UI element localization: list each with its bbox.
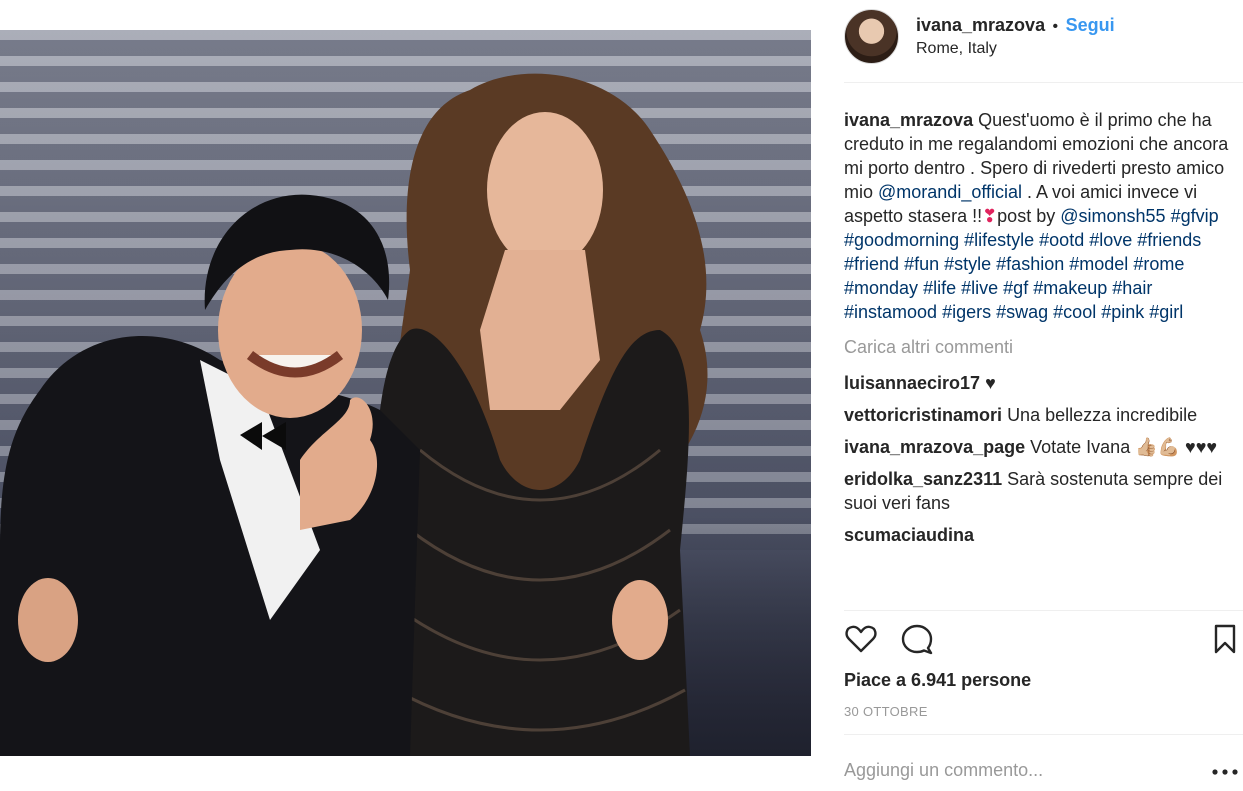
hashtag-link[interactable]: #goodmorning [844,230,959,250]
separator-dot: • [1052,18,1059,35]
comment-text: ♥ [985,373,996,393]
man-face [218,242,362,418]
hashtag-link[interactable]: #fun [904,254,939,274]
hashtag-link[interactable]: #life [923,278,956,298]
comments-list[interactable]: ivana_mrazova Quest'uomo è il primo che … [844,108,1234,611]
comment-text: Una bellezza incredibile [1007,405,1198,425]
comment-item: scumaciaudina [844,523,1234,547]
mention-link[interactable]: @simonsh55 [1060,206,1165,226]
post-date[interactable]: 30 OTTOBRE [844,704,928,719]
hashtag-link[interactable]: #ootd [1039,230,1084,250]
avatar[interactable] [844,9,899,64]
hashtag-link[interactable]: #lifestyle [964,230,1034,250]
likes-count[interactable]: Piace a 6.941 persone [844,670,1031,691]
comment-username[interactable]: ivana_mrazova_page [844,437,1025,457]
hashtag-link[interactable]: #makeup [1033,278,1107,298]
divider [844,82,1243,83]
hashtag-link[interactable]: #cool [1053,302,1096,322]
caption-username[interactable]: ivana_mrazova [844,110,973,130]
post-header: ivana_mrazova • Segui Rome, Italy [844,9,1234,65]
caption-text-3: post by [997,206,1061,226]
hashtag-link[interactable]: #gf [1003,278,1028,298]
load-more-comments-button[interactable]: Carica altri commenti [844,337,1234,358]
hashtag-link[interactable]: #model [1069,254,1128,274]
divider [844,610,1243,611]
comment-username[interactable]: eridolka_sanz2311 [844,469,1002,489]
hashtag-link[interactable]: #love [1089,230,1132,250]
hashtag-link[interactable]: #monday [844,278,918,298]
location-link[interactable]: Rome, Italy [916,40,1115,58]
comment-item: ivana_mrazova_page Votate Ivana 👍🏼💪🏼 ♥♥♥ [844,435,1234,459]
hashtag-link[interactable]: #live [961,278,998,298]
post-side-panel: ivana_mrazova • Segui Rome, Italy ivana_… [832,0,1243,791]
hashtag-link[interactable]: #igers [942,302,991,322]
comment-username[interactable]: luisannaeciro17 [844,373,980,393]
follow-button[interactable]: Segui [1066,15,1115,35]
hashtag-link[interactable]: #friend [844,254,899,274]
hashtag-link[interactable]: #style [944,254,991,274]
hashtag-link[interactable]: #swag [996,302,1048,322]
hashtag-link[interactable]: #friends [1137,230,1201,250]
hashtag-link[interactable]: #hair [1112,278,1152,298]
author-username[interactable]: ivana_mrazova [916,15,1045,35]
hashtag-link[interactable]: #instamood [844,302,937,322]
mention-link[interactable]: @morandi_official [878,182,1022,202]
post-caption: ivana_mrazova Quest'uomo è il primo che … [844,108,1234,324]
post-photo[interactable] [0,30,811,756]
heart-outline-icon[interactable] [844,622,878,656]
comment-item: eridolka_sanz2311 Sarà sostenuta sempre … [844,467,1234,515]
hashtag-link[interactable]: #fashion [996,254,1064,274]
header-text: ivana_mrazova • Segui Rome, Italy [916,15,1115,58]
comment-username[interactable]: vettoricristinamori [844,405,1002,425]
hashtag-link[interactable]: #pink [1101,302,1144,322]
comment-username[interactable]: scumaciaudina [844,525,974,545]
photo-subjects [0,73,708,756]
comment-text: Votate Ivana 👍🏼💪🏼 ♥♥♥ [1030,437,1218,457]
add-comment-input[interactable] [844,756,1204,784]
comment-item: luisannaeciro17 ♥ [844,371,1234,395]
divider [844,734,1243,735]
woman-face [487,112,603,268]
action-bar [844,622,1236,658]
comment-entries: luisannaeciro17 ♥ vettoricristinamori Una… [844,371,1234,547]
hashtag-link[interactable]: #girl [1149,302,1183,322]
ellipsis-icon[interactable] [1210,768,1240,776]
comment-item: vettoricristinamori Una bellezza incredi… [844,403,1234,427]
bookmark-icon[interactable] [1208,622,1242,656]
speech-bubble-icon[interactable] [900,622,934,656]
hashtag-link[interactable]: #rome [1133,254,1184,274]
hashtag-link[interactable]: #gfvip [1171,206,1219,226]
heart-emoji-icon: ❣ [982,206,998,226]
